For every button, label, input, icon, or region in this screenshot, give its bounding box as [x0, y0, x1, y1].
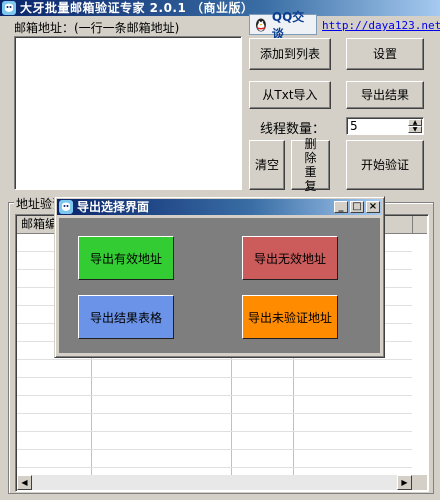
thread-count-spinner[interactable]: 5 ▲ ▼ — [346, 117, 424, 135]
email-address-label: 邮箱地址：(一行一条邮箱地址) — [14, 21, 180, 35]
dialog-body: 导出有效地址 导出无效地址 导出结果表格 导出未验证地址 — [59, 218, 380, 353]
export-valid-button[interactable]: 导出有效地址 — [78, 236, 174, 280]
export-dialog[interactable]: 导出选择界面 _ □ × 导出有效地址 导出无效地址 导出结果表格 导出未验证地… — [54, 196, 385, 358]
maximize-icon[interactable]: □ — [350, 201, 364, 213]
export-unverified-button[interactable]: 导出未验证地址 — [242, 295, 338, 339]
add-to-list-button[interactable]: 添加到列表 — [249, 38, 331, 70]
window-title: 大牙批量邮箱验证专家 2.0.1 （商业版） — [20, 1, 254, 15]
spin-down-icon[interactable]: ▼ — [408, 126, 422, 133]
export-results-button[interactable]: 导出结果 — [346, 81, 424, 109]
settings-button[interactable]: 设置 — [346, 38, 424, 70]
scroll-right-icon[interactable]: ▶ — [397, 475, 412, 490]
start-verify-button[interactable]: 开始验证 — [346, 140, 424, 190]
grid-row-line — [17, 431, 412, 432]
app-icon — [2, 1, 16, 15]
main-title-bar[interactable]: 大牙批量邮箱验证专家 2.0.1 （商业版） — [0, 0, 440, 16]
grid-row-line — [17, 395, 412, 396]
dialog-title-bar[interactable]: 导出选择界面 _ □ × — [57, 199, 382, 215]
dialog-title: 导出选择界面 — [77, 200, 150, 214]
minimize-icon[interactable]: _ — [334, 201, 348, 213]
qq-chat-button[interactable]: QQ交谈 — [249, 10, 317, 41]
grid-row-line — [17, 413, 412, 414]
thread-count-value: 5 — [350, 119, 358, 133]
delete-duplicates-button[interactable]: 删除重复 — [291, 137, 330, 193]
horizontal-scrollbar[interactable]: ◀ ▶ — [17, 475, 412, 490]
thread-count-label: 线程数量： — [260, 122, 326, 137]
grid-row-line — [17, 377, 412, 378]
import-txt-button[interactable]: 从Txt导入 — [249, 81, 331, 109]
qq-penguin-icon — [255, 18, 266, 31]
app-icon — [59, 200, 73, 214]
qq-chat-label: QQ交谈 — [271, 9, 305, 41]
close-icon[interactable]: × — [366, 201, 380, 213]
grid-row-line — [17, 449, 412, 450]
email-input[interactable] — [14, 36, 242, 190]
scroll-left-icon[interactable]: ◀ — [17, 475, 32, 490]
scrollbar-corner — [412, 475, 427, 490]
spin-up-icon[interactable]: ▲ — [408, 119, 422, 126]
export-invalid-button[interactable]: 导出无效地址 — [242, 236, 338, 280]
grid-row-line — [17, 467, 412, 468]
clear-button[interactable]: 清空 — [249, 140, 285, 190]
grid-row-line — [17, 359, 412, 360]
export-table-button[interactable]: 导出结果表格 — [78, 295, 174, 339]
website-link[interactable]: http://daya123.net — [322, 19, 440, 32]
